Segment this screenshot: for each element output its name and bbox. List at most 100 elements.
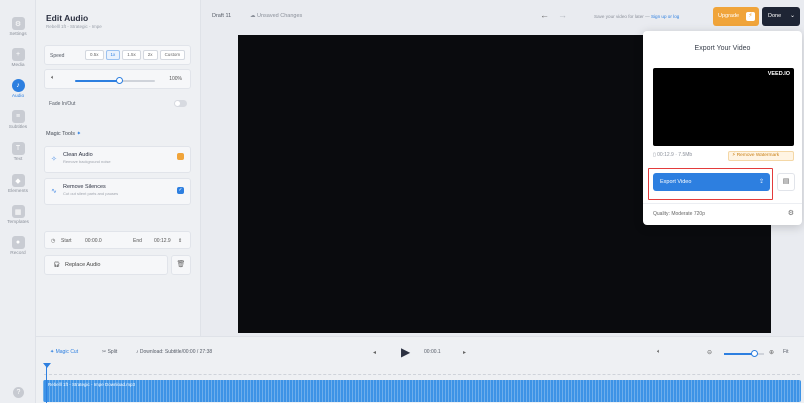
rail-item-audio[interactable]: ♪ Audio [0,79,36,99]
speed-option-1-5x[interactable]: 1.5x [122,50,141,60]
replace-audio-button[interactable]: 🎧︎ Replace Audio [44,255,168,275]
export-preview: VEED.IO [653,68,794,146]
rail-item-text[interactable]: T Text [0,142,36,162]
zoom-in-icon[interactable]: ⊕ [769,349,774,356]
tool-clean-audio[interactable]: ✧ Clean Audio Remove background noise [44,146,191,173]
templates-icon: ▦ [11,205,25,218]
skip-back-icon[interactable]: ◂ [373,349,376,356]
done-button[interactable]: Done ⌄ [762,7,800,26]
rail-label: Elements [8,189,28,194]
clock-icon: ◷ [51,238,56,244]
unsaved-label: Unsaved Changes [257,13,303,19]
rail-item-settings[interactable]: ⚙ Settings [0,17,36,37]
tool-remove-silences[interactable]: ∿ Remove Silences Cut out silent parts a… [44,178,191,205]
volume-value: 100% [169,76,182,82]
left-rail: ⚙ Settings + Media ♪ Audio ≡ Subtitles T… [0,0,36,403]
sparkle-icon: ✦ [50,349,55,355]
signup-link[interactable]: Sign up or log [651,14,679,19]
speed-option-custom[interactable]: Custom [159,50,186,60]
start-time-input[interactable]: 00:00.0 [85,238,102,244]
music-note-icon: ♪ [136,349,139,355]
checkbox-checked-icon[interactable]: ✓ [177,187,184,194]
gear-icon[interactable]: ⚙ [788,209,794,217]
split-button[interactable]: ✂︎ Split [102,349,117,355]
rail-item-media[interactable]: + Media [0,48,36,68]
layout-icon: ▤ [782,178,790,185]
remove-watermark-button[interactable]: ⚡︎ Remove Watermark [728,151,794,161]
save-prompt-text: Save your video for later — [594,14,650,19]
playhead[interactable] [43,363,51,403]
rail-label: Templates [7,220,29,225]
sparkle-icon: ✦ [76,131,82,137]
scissors-icon: ✂︎ [102,349,107,355]
highlight-box [648,168,773,200]
magic-cut-button[interactable]: ✦ Magic Cut [50,349,78,355]
replace-audio-label: Replace Audio [65,262,101,268]
zoom-out-icon[interactable]: ⊖ [707,349,712,356]
remove-watermark-label: Remove Watermark [736,153,780,158]
shapes-icon: ◆ [11,174,25,187]
zoom-slider[interactable] [724,350,764,357]
skip-forward-icon[interactable]: ▸ [463,349,466,356]
volume-slider[interactable] [75,77,155,84]
volume-slider-thumb[interactable] [116,77,123,84]
speaker-icon: 🔈︎ [51,75,55,81]
upgrade-button[interactable]: Upgrade ⚡︎ [713,7,759,26]
fade-row: Fade In/Out [44,98,191,110]
edit-audio-panel: Edit Audio Rebelll 1ft - Strategic - Imp… [36,0,201,336]
rail-item-record[interactable]: ● Record [0,236,36,256]
premium-badge-icon [177,153,184,160]
speed-option-1x[interactable]: 1x [105,50,121,60]
speed-option-2x[interactable]: 2x [142,50,158,60]
rail-label: Record [10,251,26,256]
fade-toggle[interactable] [174,100,187,107]
audio-track[interactable]: Rebelll 1ft - Strategic - Impe Download.… [43,380,801,402]
magic-tools-title: Magic Tools ✦ [46,131,81,137]
done-label: Done [768,13,782,19]
cloud-icon: ☁︎ [250,13,256,19]
watermark-logo: VEED.IO [767,71,790,77]
magic-cut-label: Magic Cut [55,349,79,355]
lightning-icon: ⚡︎ [746,12,755,21]
volume-icon[interactable]: 🔈︎ [657,349,661,356]
sparkle-icon: ✧ [51,156,57,163]
panel-title: Edit Audio [46,13,89,23]
undo-icon[interactable]: ← [540,10,549,20]
speed-card: Speed 0.5x 1x 1.5x 2x Custom [44,45,191,65]
fit-button[interactable]: Fit [783,349,789,355]
speed-option-0-5x[interactable]: 0.5x [85,50,104,60]
text-icon: T [11,142,25,155]
rail-label: Subtitles [8,125,28,130]
track-meta: ♪ Download: Subtitle/00:00 / 27:38 [136,349,212,355]
waveform [43,380,801,402]
fade-label: Fade In/Out [49,101,76,107]
play-button[interactable]: ▶ [401,345,410,359]
track-label: Rebelll 1ft - Strategic - Impe Download.… [48,382,136,387]
music-note-icon: ♪ [11,79,25,92]
rail-item-subtitles[interactable]: ≡ Subtitles [0,110,36,130]
delete-audio-button[interactable]: 🗑︎ [171,255,191,275]
end-time-input[interactable]: 00:12.9 [154,238,171,244]
redo-icon[interactable]: → [558,10,567,20]
start-label: Start [61,238,72,244]
rail-label: Text [13,157,23,162]
zoom-slider-fill [724,353,754,355]
stepper-icon[interactable]: ⇕ [178,238,182,244]
export-title: Export Your Video [694,45,751,52]
export-options-button[interactable]: ▤ [777,173,795,191]
help-icon[interactable]: ? [13,387,24,398]
tool-desc: Cut out silent parts and pauses [63,191,119,196]
rail-label: Settings [9,32,27,37]
rail-item-templates[interactable]: ▦ Templates [0,205,36,225]
plus-icon: + [11,48,25,61]
split-label: Split [107,349,118,355]
trash-icon: 🗑︎ [176,261,186,268]
waveform-icon: ∿ [51,188,57,195]
project-name[interactable]: Draft 11 [212,13,231,19]
volume-card: 🔈︎ 100% [44,69,191,89]
rail-item-elements[interactable]: ◆ Elements [0,174,36,194]
timeline: ✦ Magic Cut ✂︎ Split ♪ Download: Subtitl… [36,336,804,403]
rail-label: Audio [11,94,25,99]
gear-icon: ⚙ [11,17,25,30]
zoom-slider-thumb[interactable] [751,350,758,357]
